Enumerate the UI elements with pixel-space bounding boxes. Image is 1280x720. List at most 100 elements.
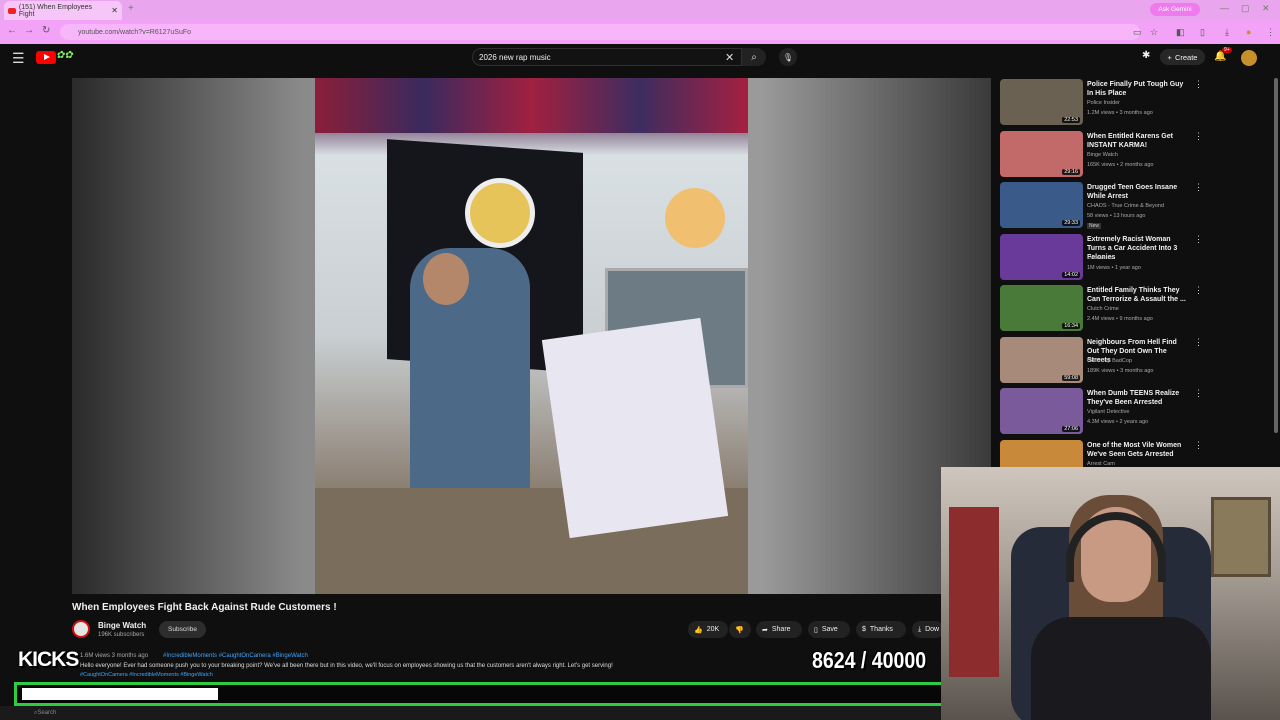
wall-picture [1211,497,1271,577]
recommendation-title[interactable]: Drugged Teen Goes Insane While Arrest [1087,183,1189,201]
recommendation-item[interactable]: 16:34 Entitled Family Thinks They Can Ter… [1000,285,1203,331]
subscribe-button[interactable]: Subscribe [159,621,206,638]
search-icon: ⌕ [751,51,757,63]
thanks-button[interactable]: $ Thanks [856,621,906,638]
subscriber-count: 196K subscribers [98,632,145,638]
duration-badge: 27:06 [1062,426,1080,432]
webcam-overlay [941,467,1280,720]
microphone-icon: 🎙 [782,52,794,62]
description-tags[interactable]: #IncredibleMoments #CaughtOnCamera #Bing… [163,653,308,659]
duration-badge: 29:16 [1062,168,1080,175]
close-window-icon[interactable]: ✕ [1262,3,1270,14]
scrollbar[interactable] [1274,78,1278,433]
cast-icon[interactable]: ▭ [1133,27,1142,38]
menu-board [315,78,748,133]
gear-icon[interactable]: ✱ [1142,50,1150,61]
recommendation-channel[interactable]: Uncovered [1087,255,1114,261]
recommendation-item[interactable]: 29:33 Drugged Teen Goes Insane While Arre… [1000,182,1203,229]
more-options-icon[interactable]: ⋮ [1194,234,1203,245]
recommendation-item[interactable]: 59:08 Neighbours From Hell Find Out They … [1000,336,1203,383]
voice-search-button[interactable]: 🎙 [779,48,797,66]
recommendation-views: 165K views • 2 months ago [1087,161,1154,168]
reload-icon[interactable]: ↻ [42,25,50,36]
more-options-icon[interactable]: ⋮ [1194,440,1203,451]
employee-head [423,253,469,305]
more-options-icon[interactable]: ⋮ [1194,131,1203,142]
recommendation-title[interactable]: When Dumb TEENS Realize They've Been Arr… [1087,389,1189,407]
recommendation-title[interactable]: When Entitled Karens Get INSTANT KARMA! [1087,132,1189,150]
recommendation-views: 189K views • 3 months ago [1087,367,1154,374]
taskbar: ⌕ Search [0,706,960,720]
recommendation-item[interactable]: 22:53 Police Finally Put Tough Guy In His… [1000,79,1203,125]
recommendation-channel[interactable]: Vigilant Detective [1087,409,1129,415]
maximize-icon[interactable]: ▢ [1241,3,1250,14]
bookmark-icon: ▯ [814,626,818,634]
sidepanel-icon[interactable]: ▯ [1200,27,1205,38]
search-button[interactable]: ⌕ [742,48,766,66]
share-icon: ➦ [762,626,768,634]
duration-badge: 14:02 [1062,271,1080,278]
recommendation-title[interactable]: Police Finally Put Tough Guy In His Plac… [1087,80,1189,98]
thumbs-down-icon: 👎 [735,626,744,634]
download-arrow-icon: ⤓ [918,625,922,633]
youtube-favicon-icon [8,7,16,14]
kicks-label: KICKS [18,648,79,671]
create-button[interactable]: + Create [1160,49,1205,65]
download-button[interactable]: ⤓ Dow [912,621,944,638]
new-tab-icon[interactable]: + [128,3,134,14]
hamburger-menu-icon[interactable]: ☰ [12,50,25,67]
more-options-icon[interactable]: ⋮ [1194,182,1203,193]
youtube-logo-icon[interactable] [36,51,56,64]
download-label: Dow [925,626,940,633]
taskbar-search[interactable]: Search [37,710,56,716]
recommendation-channel[interactable]: Police Insider [1087,100,1120,106]
account-avatar[interactable] [1241,50,1257,66]
channel-avatar[interactable] [72,620,90,638]
recommendation-channel[interactable]: Clutch Crime [1087,306,1119,312]
recommendation-channel[interactable]: Binge Watch [1087,152,1118,158]
recommendation-views: 58 views • 13 hours ago [1087,213,1146,219]
minimize-icon[interactable]: — [1220,3,1229,13]
recommendation-views: 4.3M views • 2 years ago [1087,419,1149,425]
like-button[interactable]: 👍 20K [688,621,728,638]
channel-name[interactable]: Binge Watch [98,621,146,630]
duration-badge: 22:53 [1062,117,1080,123]
recommendation-item[interactable]: 14:02 Extremely Racist Woman Turns a Car … [1000,233,1203,280]
profile-icon[interactable]: ● [1246,27,1251,37]
recommendation-item[interactable]: 27:06 When Dumb TEENS Realize They've Bee… [1000,388,1203,434]
search-input[interactable]: 2026 new rap music [472,48,742,66]
recommendation-channel[interactable]: GoodCop BadCop [1087,358,1132,364]
more-options-icon[interactable]: ⋮ [1194,285,1203,296]
thanks-icon: $ [862,626,866,633]
close-tab-icon[interactable]: ✕ [111,6,118,15]
duration-badge: 16:34 [1062,323,1080,329]
tab-title: (151) When Employees Fight [18,3,93,18]
url-field[interactable]: youtube.com/watch?v=R6127uSuFo [60,24,1140,40]
browser-menu-icon[interactable]: ⋮ [1266,27,1275,38]
share-button[interactable]: ➦ Share [756,621,802,638]
more-options-icon[interactable]: ⋮ [1194,388,1203,399]
recommendation-item[interactable]: 29:16 When Entitled Karens Get INSTANT KA… [1000,130,1203,177]
recommendation-views: 1M views • 1 year ago [1087,264,1141,271]
recommendation-channel[interactable]: CHAOS - True Crime & Beyond [1087,203,1164,209]
video-frame[interactable] [315,78,748,594]
thumbs-up-icon: 👍 [694,626,703,634]
back-icon[interactable]: ← [7,25,17,36]
recommendation-title[interactable]: One of the Most Vile Women We've Seen Ge… [1087,441,1189,459]
more-options-icon[interactable]: ⋮ [1194,337,1203,348]
browser-tab[interactable]: (151) When Employees Fight ✕ [4,1,122,20]
download-icon[interactable]: ⤓ [1225,27,1229,38]
recommendation-title[interactable]: Entitled Family Thinks They Can Terroriz… [1087,286,1189,304]
clear-search-icon[interactable]: ✕ [725,51,734,64]
dislike-button[interactable]: 👎 [729,621,751,638]
more-options-icon[interactable]: ⋮ [1194,79,1203,90]
description-tags-2[interactable]: #CaughtOnCamera #IncredibleMoments #Bing… [80,672,213,678]
forward-icon[interactable]: → [24,25,34,36]
goal-counter: 8624 / 40000 [812,647,927,673]
extensions-icon[interactable]: ◧ [1176,27,1185,38]
youtube-doodle-icon[interactable]: ✿✿ [56,50,73,61]
ask-gemini-button[interactable]: Ask Gemini [1150,3,1200,16]
recommendation-channel[interactable]: Arrest Cam [1087,461,1115,467]
save-button[interactable]: ▯ Save [808,621,850,638]
bookmark-star-icon[interactable]: ☆ [1150,27,1158,38]
